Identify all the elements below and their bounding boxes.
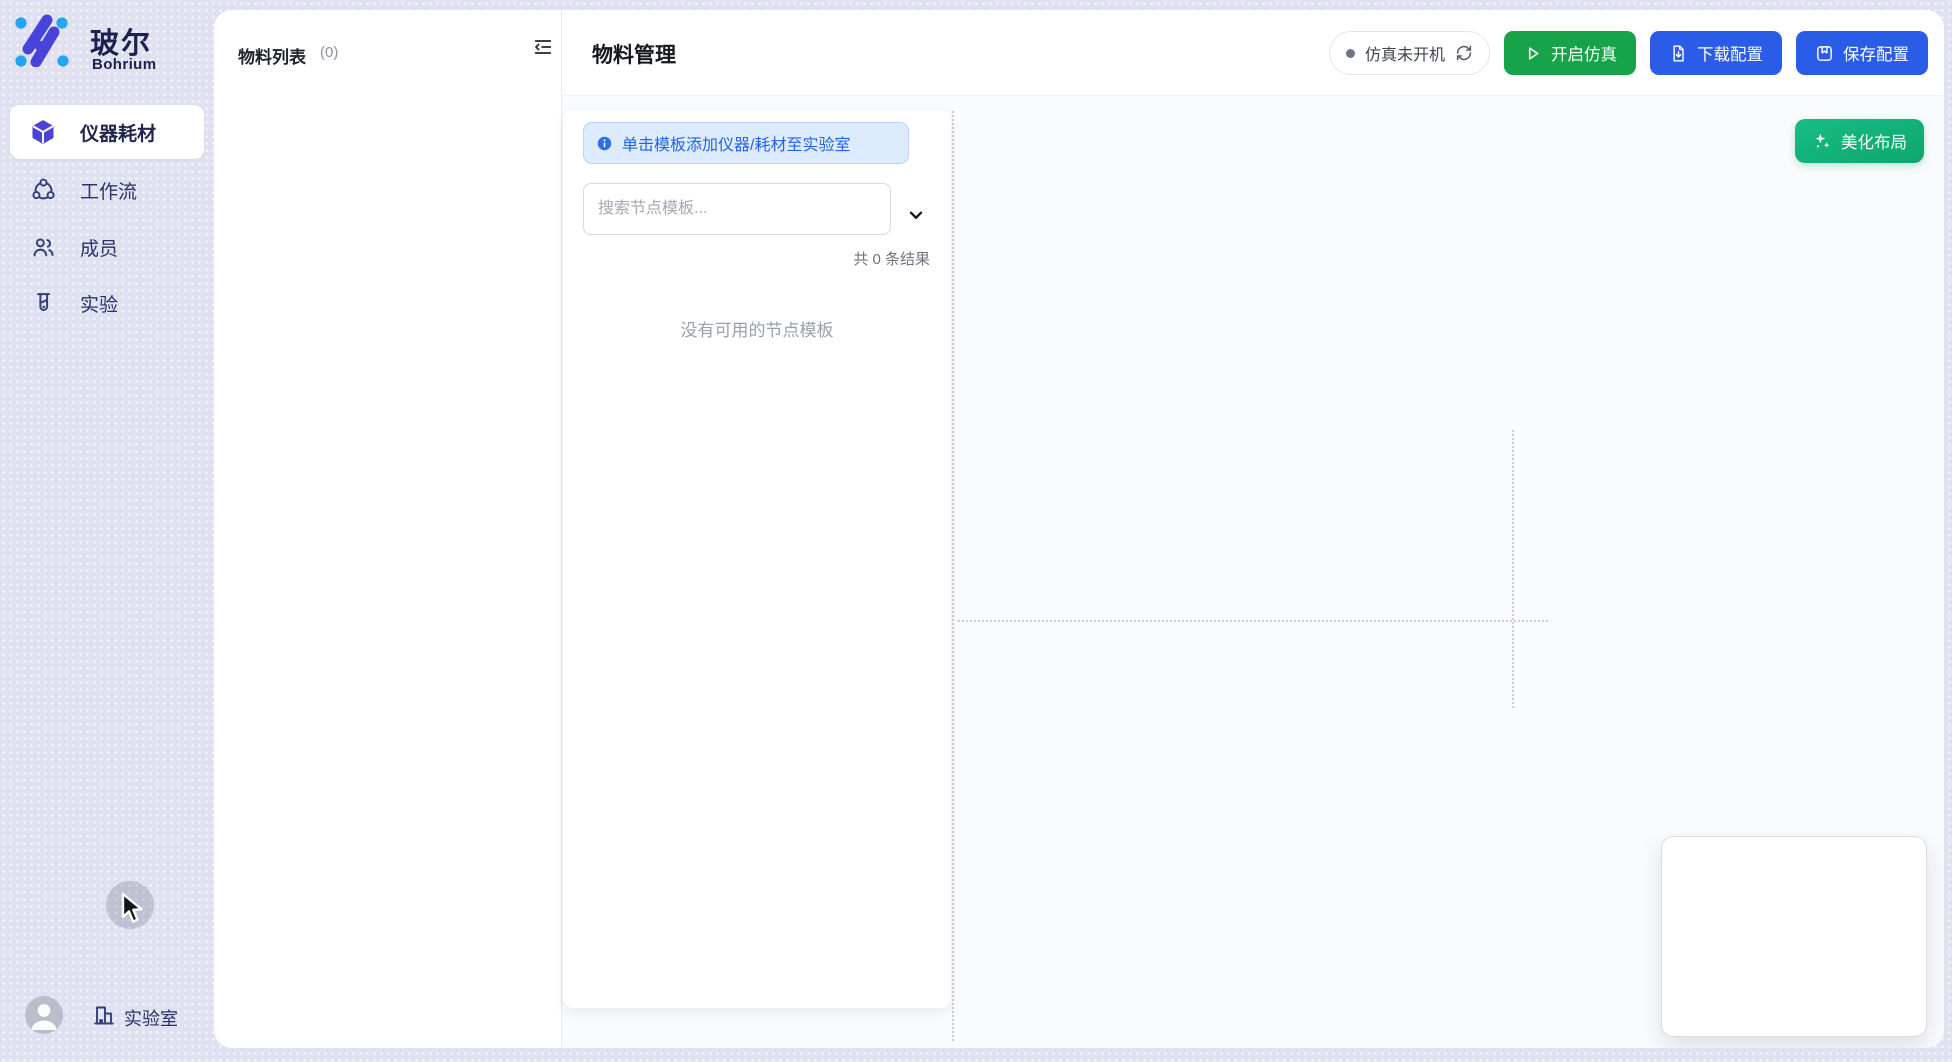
avatar[interactable]: [25, 996, 63, 1034]
workflow-icon: [30, 177, 56, 203]
sidebar-item-workflow[interactable]: 工作流: [10, 163, 204, 217]
download-file-icon: [1669, 44, 1688, 63]
collapse-panel-icon[interactable]: [530, 34, 556, 60]
start-sim-button[interactable]: 开启仿真: [1504, 31, 1636, 75]
status-dot: [1346, 49, 1355, 58]
sidebar: 玻尔 Bohrium 仪器耗材 工作流: [0, 0, 214, 1062]
beautify-layout-button[interactable]: 美化布局: [1795, 119, 1924, 163]
canvas-guide-vertical-left: [952, 111, 954, 1041]
bohrium-logo-icon: [13, 13, 71, 67]
page-title: 物料管理: [592, 39, 676, 69]
materials-count: (0): [320, 44, 338, 61]
sidebar-item-members[interactable]: 成员: [10, 220, 204, 274]
info-banner: 单击模板添加仪器/耗材至实验室: [583, 122, 909, 164]
brand-subtitle: Bohrium: [92, 56, 156, 73]
results-count: 共 0 条结果: [853, 248, 930, 269]
status-label: 仿真未开机: [1365, 41, 1445, 65]
sidebar-footer: 实验室: [0, 992, 214, 1038]
mouse-cursor: [120, 892, 146, 931]
sidebar-item-label: 成员: [80, 234, 118, 261]
node-template-panel: 单击模板添加仪器/耗材至实验室 共 0 条结果 没有可用的节点模板: [563, 110, 951, 1008]
sidebar-item-label: 仪器耗材: [80, 119, 156, 146]
workspace-label[interactable]: 实验室: [124, 1005, 178, 1031]
sim-status-pill[interactable]: 仿真未开机: [1329, 31, 1490, 75]
app-root: 玻尔 Bohrium 仪器耗材 工作流: [0, 0, 1952, 1062]
canvas-guide-vertical-right: [1512, 430, 1514, 708]
materials-panel-title: 物料列表: [238, 43, 306, 68]
search-input[interactable]: [583, 183, 891, 235]
sparkles-icon: [1812, 131, 1832, 151]
banner-text: 单击模板添加仪器/耗材至实验室: [622, 131, 850, 155]
cube-icon: [30, 119, 56, 145]
canvas-guide-horizontal: [958, 620, 1548, 622]
content-panel: 物料列表 (0) 物料管理 仿真未开机: [214, 10, 1944, 1048]
sidebar-item-label: 工作流: [80, 177, 137, 204]
download-config-button[interactable]: 下载配置: [1650, 31, 1782, 75]
save-icon: [1815, 44, 1834, 63]
info-icon: [596, 135, 613, 152]
sidebar-item-label: 实验: [80, 290, 118, 317]
empty-state-text: 没有可用的节点模板: [563, 316, 951, 341]
building-icon: [92, 1003, 116, 1027]
experiment-icon: [30, 290, 56, 316]
members-icon: [30, 234, 56, 260]
play-icon: [1523, 44, 1542, 63]
chevron-down-icon[interactable]: [903, 202, 929, 228]
refresh-icon[interactable]: [1455, 44, 1473, 62]
sidebar-item-instruments[interactable]: 仪器耗材: [10, 105, 204, 159]
header-actions: 仿真未开机 开启仿真: [1329, 31, 1928, 75]
minimap[interactable]: [1661, 836, 1927, 1037]
save-config-button[interactable]: 保存配置: [1796, 31, 1928, 75]
sidebar-item-experiments[interactable]: 实验: [10, 276, 204, 330]
